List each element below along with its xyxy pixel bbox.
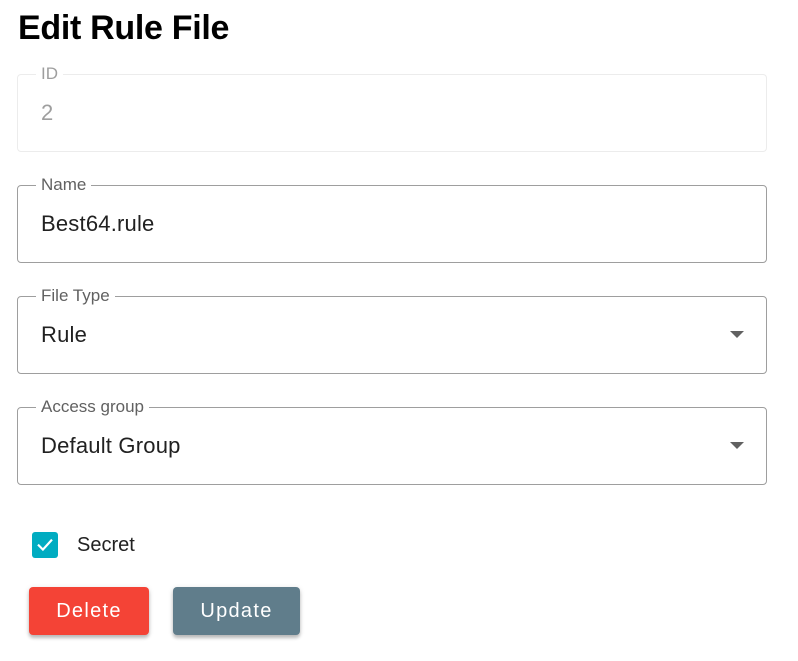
update-button[interactable]: Update bbox=[173, 587, 300, 635]
name-field[interactable]: Name Best64.rule bbox=[17, 175, 767, 263]
name-field-value[interactable]: Best64.rule bbox=[41, 186, 155, 262]
secret-checkbox-label: Secret bbox=[77, 533, 135, 556]
delete-button[interactable]: Delete bbox=[29, 587, 149, 635]
access-group-value[interactable]: Default Group bbox=[41, 408, 181, 484]
id-field-value: 2 bbox=[41, 100, 54, 125]
arrow-drop-down-icon[interactable] bbox=[730, 442, 744, 449]
secret-checkbox-row[interactable]: Secret bbox=[32, 532, 135, 558]
secret-checkbox[interactable] bbox=[32, 532, 58, 558]
file-type-value[interactable]: Rule bbox=[41, 297, 87, 373]
arrow-drop-down-icon[interactable] bbox=[730, 331, 744, 338]
access-group-select[interactable]: Access group Default Group bbox=[17, 397, 767, 485]
check-icon bbox=[37, 538, 53, 552]
file-type-select[interactable]: File Type Rule bbox=[17, 286, 767, 374]
id-field: ID 2 bbox=[17, 64, 767, 152]
page-title: Edit Rule File bbox=[18, 9, 230, 47]
